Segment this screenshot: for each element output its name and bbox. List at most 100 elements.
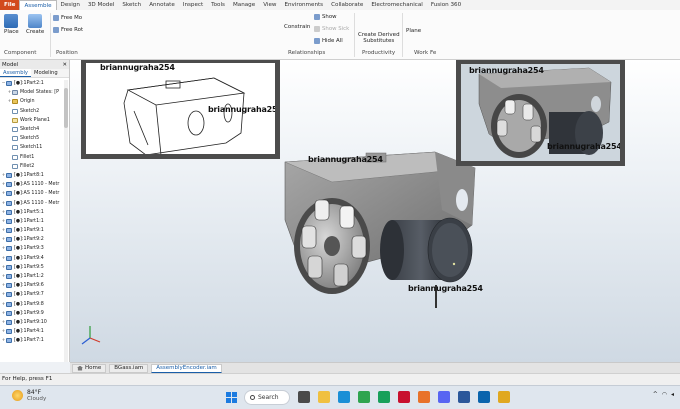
- tab-electromechanical[interactable]: Electromechanical: [367, 0, 427, 10]
- libreoffice-icon[interactable]: [378, 391, 390, 403]
- tree-item[interactable]: + [●]:1Part9:7: [0, 290, 69, 299]
- tree-item[interactable]: Sketch5: [0, 134, 69, 143]
- inventor-icon[interactable]: [498, 391, 510, 403]
- task-view-icon[interactable]: [298, 391, 310, 403]
- tree-item[interactable]: + [●]:AS 1110 - Metr: [0, 198, 69, 207]
- tree-item[interactable]: Fillet2: [0, 162, 69, 171]
- tree-item[interactable]: + Model States: [P: [0, 88, 69, 97]
- hide-all-button[interactable]: Hide All: [314, 38, 343, 44]
- weather-widget[interactable]: 84°F Cloudy: [12, 389, 46, 402]
- tree-item[interactable]: Sketch4: [0, 125, 69, 134]
- reference-render-image: briannugraha254 briannugraha254: [456, 60, 625, 166]
- tree-item[interactable]: + [●]:AS 1110 - Metr: [0, 189, 69, 198]
- browser-tab-assembly[interactable]: Assembly: [0, 69, 32, 77]
- weather-temperature: 84°F: [27, 389, 42, 396]
- free-move-button[interactable]: Free Mo: [53, 15, 82, 21]
- tree-item-label: Fillet2: [20, 163, 35, 169]
- tab-3d-model[interactable]: 3D Model: [84, 0, 118, 10]
- edge-icon[interactable]: [338, 391, 350, 403]
- tree-item[interactable]: + [●]:AS 1110 - Metr: [0, 180, 69, 189]
- show-label: Show: [322, 14, 337, 20]
- wifi-icon[interactable]: ◠: [662, 391, 667, 398]
- tree-item-label: [●]:1Part9:3: [14, 246, 44, 252]
- sketch-icon: [12, 145, 18, 151]
- tab-collaborate[interactable]: Collaborate: [327, 0, 367, 10]
- tree-item[interactable]: + [●]:1Part1:2: [0, 272, 69, 281]
- browser-tab-modeling[interactable]: Modeling: [31, 69, 61, 77]
- taskbar-search[interactable]: Search: [244, 390, 290, 405]
- tree-item[interactable]: + [●]:1Part9:10: [0, 318, 69, 327]
- part-icon: [6, 264, 12, 270]
- tree-item[interactable]: + [●]:1Part9:3: [0, 244, 69, 253]
- browser-close-icon[interactable]: ✕: [62, 62, 67, 68]
- group-work-features: Work Fe: [414, 50, 437, 56]
- document-tab[interactable]: BGass.iam: [109, 363, 149, 373]
- group-separator: [50, 13, 51, 57]
- tree-item[interactable]: + [●]:1Part1:1: [0, 217, 69, 226]
- tree-item[interactable]: + [●]:1Part5:1: [0, 208, 69, 217]
- tree-item[interactable]: + [●]:1Part9:8: [0, 300, 69, 309]
- tree-item[interactable]: − [●]:1Part2:1: [0, 79, 69, 88]
- tree-item[interactable]: + [●]:1Part4:1: [0, 327, 69, 336]
- show-sick-icon: [314, 26, 320, 32]
- windows-start-icon[interactable]: [226, 392, 237, 403]
- tab-annotate[interactable]: Annotate: [145, 0, 179, 10]
- browser-scrollbar-thumb[interactable]: [64, 88, 68, 128]
- graphics-viewport[interactable]: briannugraha254 briannugraha254 briannug…: [70, 60, 680, 362]
- ribbon-tab-bar: File Assemble Design 3D Model Sketch Annotate…: [0, 0, 680, 10]
- tab-manage[interactable]: Manage: [229, 0, 259, 10]
- constrain-button[interactable]: Constrain: [284, 24, 310, 30]
- tree-item-label: [●]:1Part9:1: [14, 228, 44, 234]
- tree-item[interactable]: + Origin: [0, 97, 69, 106]
- tree-item-label: Fillet1: [20, 154, 35, 160]
- show-sick-button[interactable]: Show Sick: [314, 26, 349, 32]
- watermark-label: briannugraha254: [469, 66, 544, 75]
- create-button[interactable]: Create: [26, 14, 44, 35]
- tab-tools[interactable]: Tools: [207, 0, 229, 10]
- discord-icon[interactable]: [438, 391, 450, 403]
- file-explorer-icon[interactable]: [318, 391, 330, 403]
- tree-item[interactable]: Work Plane1: [0, 116, 69, 125]
- tray-overflow-icon[interactable]: ^: [653, 391, 658, 398]
- free-rotate-button[interactable]: Free Rot: [53, 27, 83, 33]
- encoder-motor[interactable]: [380, 217, 473, 308]
- tab-design[interactable]: Design: [57, 0, 84, 10]
- tab-environments[interactable]: Environments: [280, 0, 327, 10]
- show-button[interactable]: Show: [314, 14, 337, 20]
- document-tab[interactable]: AssemblyEncoder.iam: [151, 363, 222, 373]
- document-tab-bar: Home BGass.iam AssemblyEncoder.iam: [70, 362, 680, 373]
- outlook-icon[interactable]: [478, 391, 490, 403]
- tree-item[interactable]: + [●]:1Part9:1: [0, 226, 69, 235]
- tab-assemble[interactable]: Assemble: [19, 0, 57, 10]
- mcafee-icon[interactable]: [398, 391, 410, 403]
- tree-item[interactable]: Sketch11: [0, 143, 69, 152]
- tree-item[interactable]: + [●]:1Part8:1: [0, 171, 69, 180]
- chrome-icon[interactable]: [358, 391, 370, 403]
- plane-icon: [12, 117, 18, 123]
- word-icon[interactable]: [458, 391, 470, 403]
- tree-item[interactable]: + [●]:1Part9:2: [0, 235, 69, 244]
- browser-scrollbar[interactable]: [64, 80, 68, 362]
- place-button[interactable]: Place: [4, 14, 19, 35]
- document-tab[interactable]: Home: [72, 363, 107, 373]
- plane-button[interactable]: Plane: [406, 28, 421, 34]
- tree-item[interactable]: Fillet1: [0, 153, 69, 162]
- tab-fusion-360[interactable]: Fusion 360: [427, 0, 465, 10]
- tab-inspect[interactable]: Inspect: [179, 0, 207, 10]
- tree-item[interactable]: + [●]:1Part7:1: [0, 336, 69, 345]
- tree-item[interactable]: + [●]:1Part9:9: [0, 309, 69, 318]
- create-label: Create: [26, 29, 45, 35]
- create-derived-substitutes-button[interactable]: Create Derived Substitutes: [358, 32, 400, 44]
- tree-item[interactable]: + [●]:1Part9:5: [0, 263, 69, 272]
- group-separator: [402, 13, 403, 57]
- app-orange-icon[interactable]: [418, 391, 430, 403]
- group-position: Position: [56, 50, 78, 56]
- volume-icon[interactable]: ◂: [671, 391, 674, 398]
- tree-item[interactable]: Sketch2: [0, 107, 69, 116]
- omni-wheel[interactable]: [294, 198, 370, 294]
- tab-sketch[interactable]: Sketch: [118, 0, 145, 10]
- tree-item[interactable]: + [●]:1Part9:4: [0, 254, 69, 263]
- tab-view[interactable]: View: [259, 0, 280, 10]
- tree-item[interactable]: + [●]:1Part9:6: [0, 281, 69, 290]
- tab-file[interactable]: File: [0, 0, 20, 10]
